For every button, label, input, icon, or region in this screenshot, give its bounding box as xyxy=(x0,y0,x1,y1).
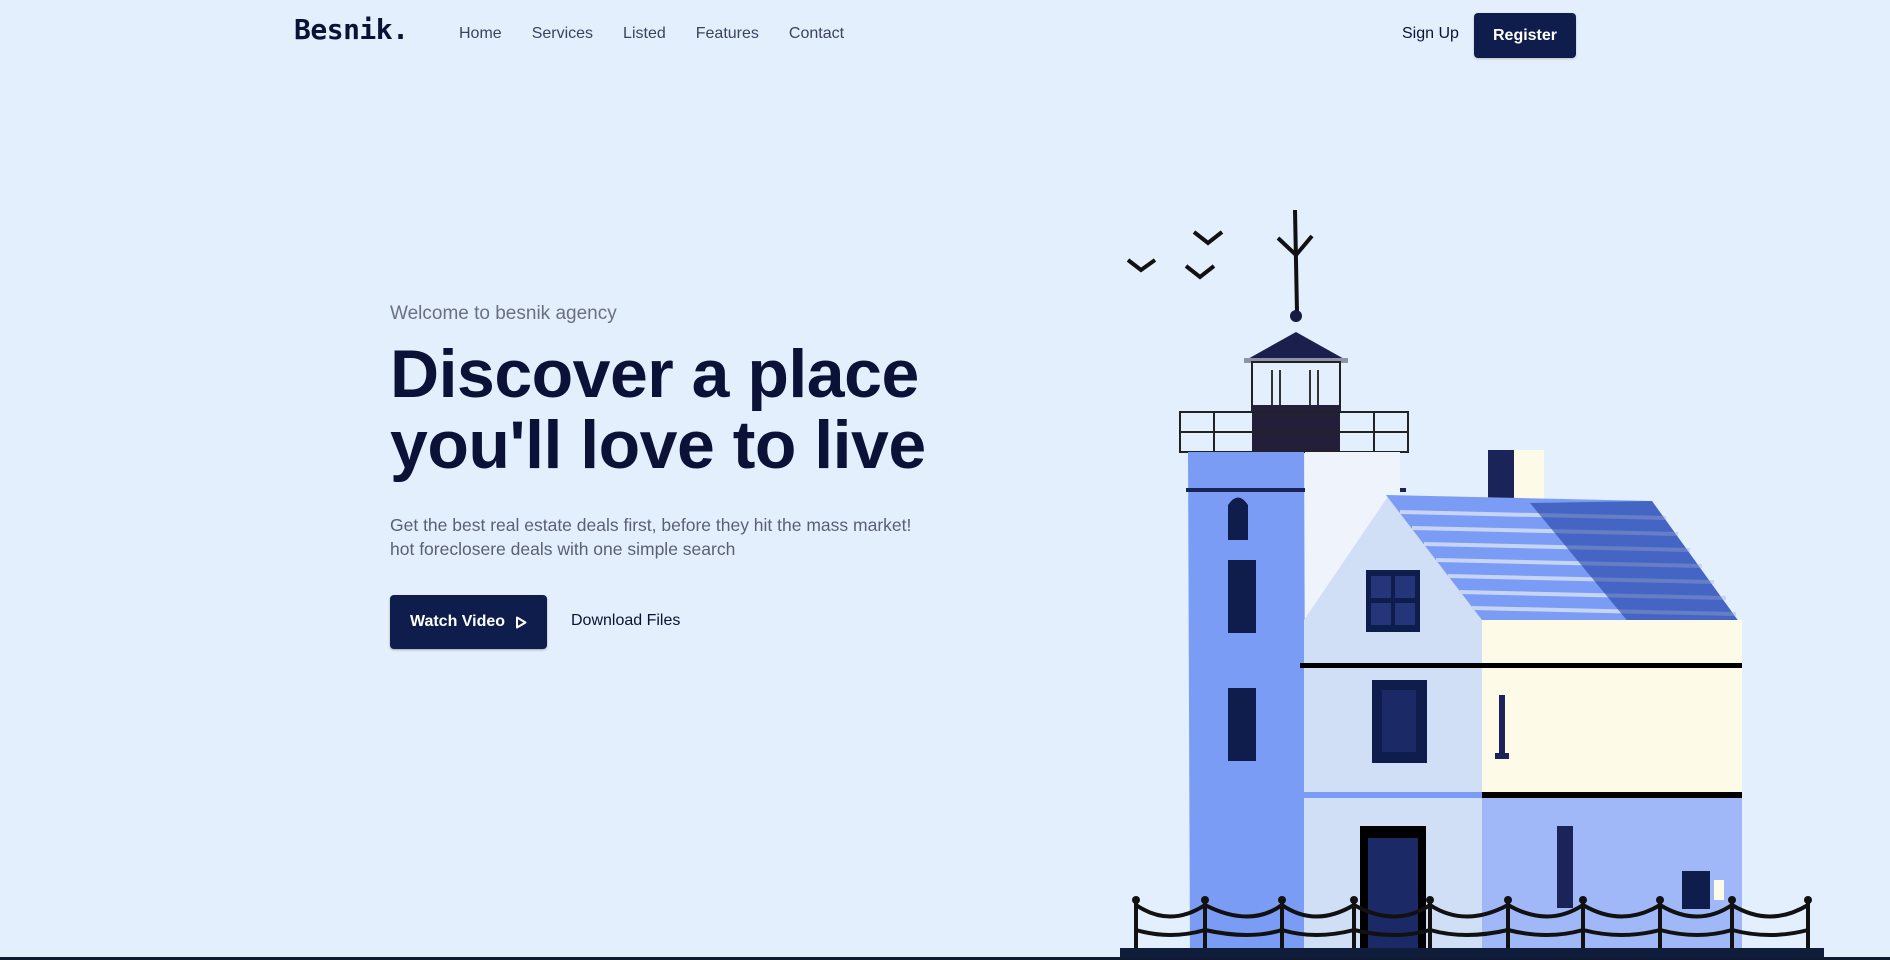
hero-section: Welcome to besnik agency Discover a plac… xyxy=(390,300,990,649)
download-files-link[interactable]: Download Files xyxy=(571,612,680,630)
play-icon xyxy=(516,616,527,628)
sign-up-link[interactable]: Sign Up xyxy=(1402,25,1459,43)
lighthouse-roof xyxy=(1246,332,1346,360)
hero-title: Discover a place you'll love to live xyxy=(390,339,990,481)
hero-title-line-1: Discover a place xyxy=(390,336,919,412)
hero-eyebrow: Welcome to besnik agency xyxy=(390,303,617,324)
lighthouse-illustration xyxy=(1120,209,1824,960)
birds-icon xyxy=(1126,230,1224,280)
nav-link-contact[interactable]: Contact xyxy=(789,25,844,43)
nav-links: Home Services Listed Features Contact xyxy=(459,25,844,43)
hero-subtitle-line-2: hot foreclosere deals with one simple se… xyxy=(390,539,736,559)
nav-link-listed[interactable]: Listed xyxy=(623,25,666,43)
hero-subtitle-line-1: Get the best real estate deals first, be… xyxy=(390,515,912,535)
top-nav: Besnik. Home Services Listed Features Co… xyxy=(0,0,1890,70)
antenna-icon xyxy=(1276,209,1314,313)
watch-video-label: Watch Video xyxy=(409,613,506,630)
hero-subtitle: Get the best real estate deals first, be… xyxy=(390,513,960,561)
register-button[interactable]: Register xyxy=(1474,13,1576,58)
hero-actions: Watch Video Download Files xyxy=(390,595,990,649)
nav-link-features[interactable]: Features xyxy=(696,25,759,43)
nav-link-home[interactable]: Home xyxy=(459,25,502,43)
brand-logo[interactable]: Besnik. xyxy=(294,13,409,46)
nav-link-services[interactable]: Services xyxy=(532,25,593,43)
watch-video-button[interactable]: Watch Video xyxy=(390,595,547,649)
hero-title-line-2: you'll love to live xyxy=(390,407,926,483)
